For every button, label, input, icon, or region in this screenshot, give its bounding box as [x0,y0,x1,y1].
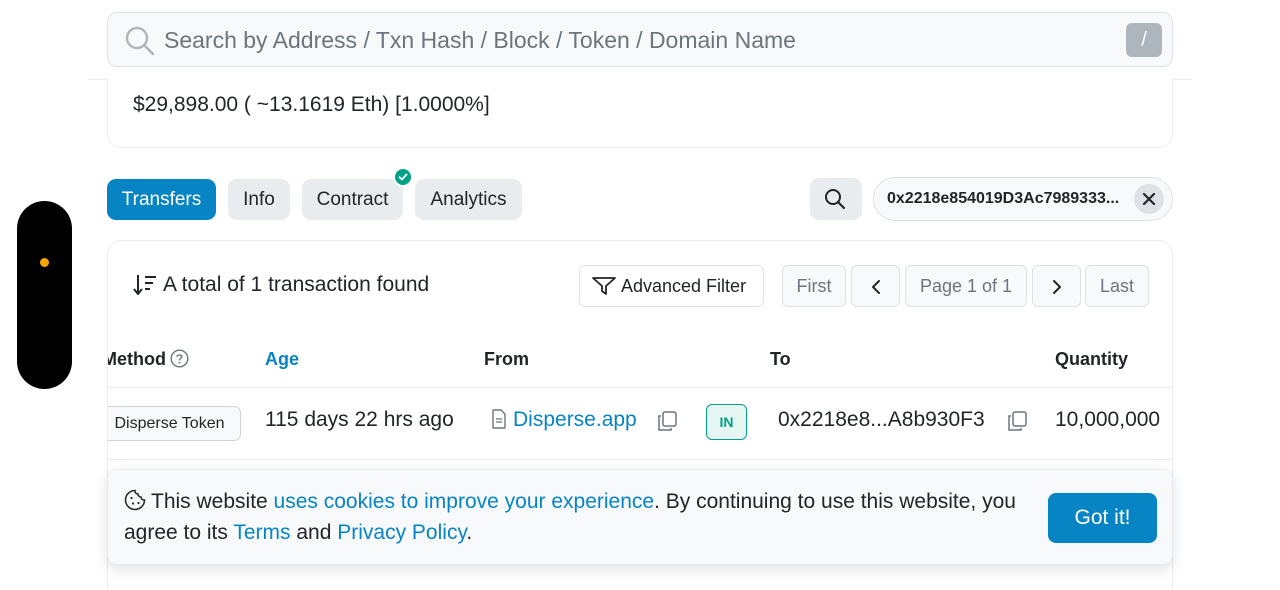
accept-cookies-button[interactable]: Got it! [1048,493,1157,543]
cookie-text-1: This website [151,490,274,513]
privacy-policy-link[interactable]: Privacy Policy [337,521,466,544]
from-address-link[interactable]: Disperse.app [513,408,637,431]
terms-link[interactable]: Terms [233,521,290,544]
verified-check-icon [393,167,413,187]
pager-last-button[interactable]: Last [1085,265,1149,307]
advanced-filter-label: Advanced Filter [621,276,747,296]
pager-page-indicator: Page 1 of 1 [905,265,1027,307]
tab-analytics[interactable]: Analytics [415,179,522,220]
cookie-policy-link[interactable]: uses cookies to improve your experience [274,490,655,513]
row-age: 115 days 22 hrs ago [265,408,454,431]
row-quantity: 10,000,000 [1055,408,1161,431]
table-header: Method Age From To Quantity [107,331,1172,388]
chevron-right-icon [1053,280,1061,294]
side-handle[interactable] [17,201,72,389]
column-from: From [484,349,529,369]
cookie-text-4: . [466,521,473,544]
search-bar[interactable]: / [107,12,1173,67]
cookie-banner: This website uses cookies to improve you… [107,469,1173,565]
sort-icon [133,275,156,295]
close-icon [1142,192,1156,206]
status-dot [40,258,49,267]
column-method-label: Method [107,349,166,369]
chevron-left-icon [872,280,880,294]
copy-icon[interactable] [656,410,678,432]
column-age[interactable]: Age [265,349,299,370]
document-icon [492,409,506,429]
copy-icon[interactable] [1006,410,1028,432]
method-badge: Disperse Token [108,406,241,441]
tab-transfers[interactable]: Transfers [107,179,216,220]
column-to: To [770,349,791,369]
filter-search-button[interactable] [810,178,862,220]
transaction-count: A total of 1 transaction found [163,273,430,296]
tab-info[interactable]: Info [228,179,290,220]
column-quantity: Quantity [1055,349,1129,369]
help-icon[interactable] [170,349,189,368]
header: / [88,0,1192,80]
cookie-text-3: and [290,521,338,544]
table-row: Disperse Token 115 days 22 hrs ago Dispe… [108,388,1172,460]
address-filter-chip: 0x2218e854019D3Ac7989333... [873,177,1173,221]
pager-first-button[interactable]: First [782,265,846,307]
pager-next-button[interactable] [1032,265,1081,307]
row-from: Disperse.app [491,408,637,432]
address-filter-value: 0x2218e854019D3Ac7989333... [887,190,1120,207]
column-method: Method [107,349,189,370]
search-icon [825,189,846,210]
token-value-summary: $29,898.00 ( ~13.1619 Eth) [1.0000%] [133,93,490,116]
search-input[interactable] [164,23,1104,57]
search-icon [125,26,155,56]
tab-contract[interactable]: Contract [302,179,403,220]
search-shortcut-key: / [1126,23,1162,57]
clear-filter-button[interactable] [1134,184,1164,214]
direction-badge: IN [706,404,747,440]
token-value-card: $29,898.00 ( ~13.1619 Eth) [1.0000%] [107,78,1173,148]
filter-icon [592,277,616,295]
cookie-icon [124,489,146,511]
cookie-text: This website uses cookies to improve you… [124,486,1034,548]
advanced-filter-button[interactable]: Advanced Filter [579,265,764,307]
pager-prev-button[interactable] [851,265,900,307]
row-to: 0x2218e8...A8b930F3 [778,408,985,431]
